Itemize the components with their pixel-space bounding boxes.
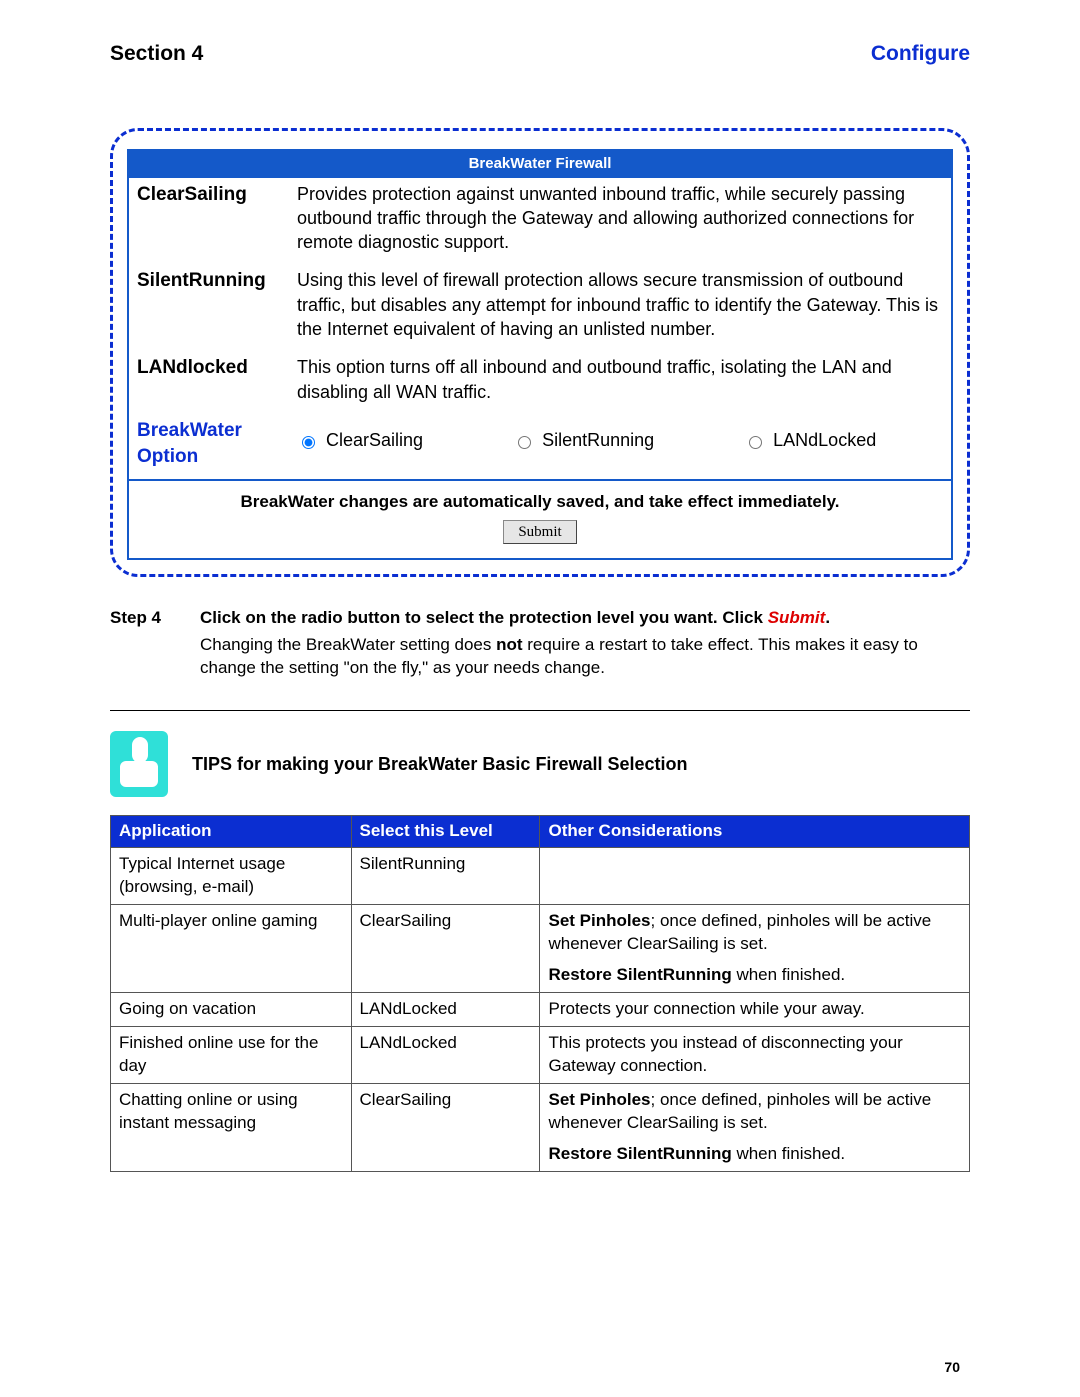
submit-button[interactable]: Submit <box>503 520 576 544</box>
table-row: Going on vacationLANdLockedProtects your… <box>111 992 970 1026</box>
step-label: Step 4 <box>110 607 200 630</box>
radio-label: ClearSailing <box>326 428 423 452</box>
firewall-row-desc: Provides protection against unwanted inb… <box>297 182 943 255</box>
radio-clearsailing[interactable]: ClearSailing <box>297 428 423 452</box>
cell-other: This protects you instead of disconnecti… <box>540 1026 970 1083</box>
cell-level: ClearSailing <box>351 905 540 993</box>
section-divider <box>110 710 970 711</box>
cell-other: Protects your connection while your away… <box>540 992 970 1026</box>
step-instruction: Click on the radio button to select the … <box>200 607 970 630</box>
tips-icon <box>110 731 168 797</box>
firewall-title: BreakWater Firewall <box>129 151 951 177</box>
firewall-row-label: SilentRunning <box>137 268 297 341</box>
cell-application: Going on vacation <box>111 992 352 1026</box>
radio-input[interactable] <box>518 436 531 449</box>
cell-application: Chatting online or using instant messagi… <box>111 1083 352 1171</box>
tips-table: Application Select this Level Other Cons… <box>110 815 970 1171</box>
table-row: Multi-player online gamingClearSailingSe… <box>111 905 970 993</box>
tips-title: TIPS for making your BreakWater Basic Fi… <box>192 752 688 776</box>
table-row: Typical Internet usage (browsing, e-mail… <box>111 848 970 905</box>
cell-level: ClearSailing <box>351 1083 540 1171</box>
page-number: 70 <box>944 1358 960 1377</box>
radio-landlocked[interactable]: LANdLocked <box>744 428 876 452</box>
firewall-row-landlocked: LANdlocked This option turns off all inb… <box>129 351 951 414</box>
cell-level: LANdLocked <box>351 1026 540 1083</box>
section-header-left: Section 4 <box>110 40 203 68</box>
firewall-row-clearsailing: ClearSailing Provides protection against… <box>129 178 951 265</box>
firewall-row-desc: This option turns off all inbound and ou… <box>297 355 943 404</box>
radio-input[interactable] <box>302 436 315 449</box>
firewall-row-desc: Using this level of firewall protection … <box>297 268 943 341</box>
table-row: Chatting online or using instant messagi… <box>111 1083 970 1171</box>
cell-other: Set Pinholes; once defined, pinholes wil… <box>540 905 970 993</box>
section-header-right: Configure <box>871 40 970 68</box>
firewall-note: BreakWater changes are automatically sav… <box>137 491 943 514</box>
radio-input[interactable] <box>749 436 762 449</box>
firewall-row-silentrunning: SilentRunning Using this level of firewa… <box>129 264 951 351</box>
radio-label: LANdLocked <box>773 428 876 452</box>
col-header-other: Other Considerations <box>540 816 970 848</box>
firewall-panel: BreakWater Firewall ClearSailing Provide… <box>110 128 970 577</box>
col-header-application: Application <box>111 816 352 848</box>
cell-level: SilentRunning <box>351 848 540 905</box>
firewall-row-label: ClearSailing <box>137 182 297 255</box>
col-header-level: Select this Level <box>351 816 540 848</box>
breakwater-option-label: BreakWater Option <box>137 418 297 469</box>
cell-application: Multi-player online gaming <box>111 905 352 993</box>
cell-other <box>540 848 970 905</box>
cell-other: Set Pinholes; once defined, pinholes wil… <box>540 1083 970 1171</box>
cell-application: Finished online use for the day <box>111 1026 352 1083</box>
cell-application: Typical Internet usage (browsing, e-mail… <box>111 848 352 905</box>
radio-label: SilentRunning <box>542 428 654 452</box>
breakwater-radio-group: ClearSailing SilentRunning LANdLocked <box>297 422 876 464</box>
radio-silentrunning[interactable]: SilentRunning <box>513 428 654 452</box>
firewall-row-label: LANdlocked <box>137 355 297 404</box>
cell-level: LANdLocked <box>351 992 540 1026</box>
step-detail: Changing the BreakWater setting does not… <box>200 634 970 680</box>
table-row: Finished online use for the dayLANdLocke… <box>111 1026 970 1083</box>
